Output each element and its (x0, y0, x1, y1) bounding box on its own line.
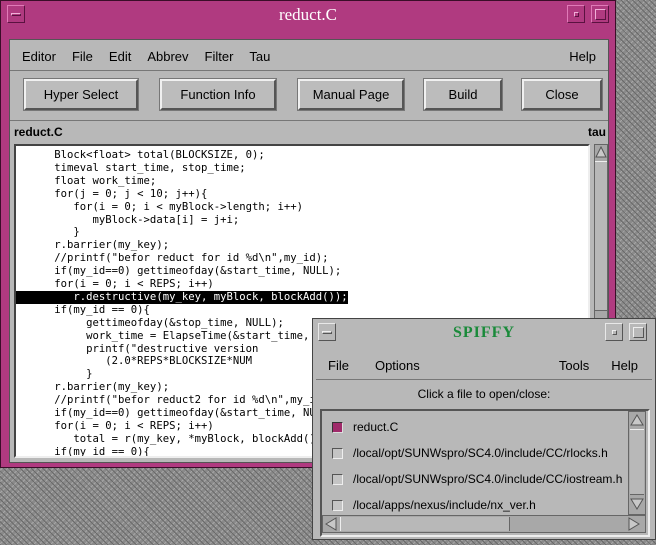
code-line[interactable]: if(my_id == 0){ (16, 304, 150, 317)
code-line[interactable]: total = r(my_key, *myBlock, blockAdd()); (16, 433, 328, 446)
spiffy-prompt: Click a file to open/close: (417, 387, 551, 401)
file-list-vscroll[interactable] (628, 411, 646, 515)
code-line[interactable]: (2.0*REPS*BLOCKSIZE*NUM (16, 355, 252, 368)
build-button[interactable]: Build (424, 79, 502, 110)
code-line[interactable]: } (16, 368, 92, 381)
file-list: reduct.C /local/opt/SUNWspro/SC4.0/inclu… (320, 409, 650, 537)
code-line[interactable]: for(i = 0; i < REPS; i++) (16, 278, 213, 291)
scroll-right-arrow-icon[interactable] (627, 517, 641, 535)
code-line[interactable]: printf("destructive version (16, 343, 258, 356)
file-name-label: reduct.C (14, 125, 63, 139)
scroll-up-arrow-icon[interactable] (595, 145, 607, 159)
spiffy-titlebar[interactable]: SPIFFY (313, 319, 655, 346)
minimize-button[interactable] (567, 5, 585, 23)
code-line[interactable]: if(my_id==0) gettimeofday(&start_time, N… (16, 407, 341, 420)
code-line[interactable]: } (16, 226, 79, 239)
hscroll-thumb[interactable] (340, 517, 510, 531)
editor-menubar: Editor File Edit Abbrev Filter Tau Help (14, 42, 604, 70)
hyper-select-button[interactable]: Hyper Select (24, 79, 138, 110)
spiffy-menu-help[interactable]: Help (603, 358, 646, 373)
menu-editor[interactable]: Editor (14, 49, 64, 64)
code-line[interactable]: for(i = 0; i < REPS; i++) (16, 420, 213, 433)
code-line[interactable]: for(j = 0; j < 10; j++){ (16, 188, 207, 201)
menu-file[interactable]: File (64, 49, 101, 64)
file-item[interactable]: reduct.C (332, 415, 398, 439)
file-checkbox[interactable] (332, 499, 343, 511)
editor-titlebar[interactable]: reduct.C (1, 1, 615, 28)
scroll-down-arrow-icon[interactable] (630, 497, 644, 516)
file-item[interactable]: /local/apps/nexus/include/nx_ver.h (332, 493, 536, 517)
spiffy-maximize-button[interactable] (629, 323, 647, 341)
spiffy-window-menu-button[interactable] (318, 323, 336, 341)
function-info-button[interactable]: Function Info (160, 79, 276, 110)
spiffy-client: File Options Tools Help Click a file to … (316, 349, 652, 537)
file-checkbox[interactable] (332, 473, 343, 485)
spiffy-menu-tools[interactable]: Tools (551, 358, 597, 373)
code-line[interactable]: //printf("befor reduct2 for id %d\n",my_… (16, 394, 335, 407)
code-line[interactable]: for(i = 0; i < myBlock->length; i++) (16, 201, 303, 214)
toolbar-divider (10, 120, 608, 121)
spiffy-window: SPIFFY File Options Tools Help Click a f… (312, 318, 656, 540)
file-name: /local/opt/SUNWspro/SC4.0/include/CC/ios… (353, 472, 623, 486)
code-line[interactable]: if(my_id==0) gettimeofday(&start_time, N… (16, 265, 341, 278)
code-line-selected[interactable]: r.destructive(my_key, myBlock, blockAdd(… (16, 290, 348, 304)
file-item[interactable]: /local/opt/SUNWspro/SC4.0/include/CC/rlo… (332, 441, 608, 465)
menu-filter[interactable]: Filter (197, 49, 242, 64)
file-name: /local/opt/SUNWspro/SC4.0/include/CC/rlo… (353, 446, 608, 460)
spiffy-menu-file[interactable]: File (320, 358, 357, 373)
file-checkbox[interactable] (332, 447, 343, 459)
file-name: reduct.C (353, 420, 399, 434)
file-list-hscroll[interactable] (322, 515, 646, 533)
spiffy-title: SPIFFY (453, 323, 515, 341)
menu-edit[interactable]: Edit (101, 49, 139, 64)
menu-help[interactable]: Help (561, 49, 604, 64)
scroll-thumb[interactable] (630, 429, 644, 495)
code-line[interactable]: gettimeofday(&stop_time, NULL); (16, 317, 284, 330)
tau-label: tau (588, 125, 606, 139)
spiffy-menubar: File Options Tools Help (320, 353, 646, 377)
code-line[interactable]: if(my_id == 0){ (16, 446, 150, 456)
window-menu-button[interactable] (7, 5, 25, 23)
editor-title: reduct.C (278, 4, 338, 24)
menu-tau[interactable]: Tau (241, 49, 278, 64)
code-line[interactable]: Block<float> total(BLOCKSIZE, 0); (16, 149, 264, 162)
spiffy-minimize-button[interactable] (605, 323, 623, 341)
code-line[interactable]: r.barrier(my_key); (16, 239, 169, 252)
scroll-thumb[interactable] (595, 161, 607, 311)
code-line[interactable]: //printf("befor reduct for id %d\n",my_i… (16, 252, 328, 265)
manual-page-button[interactable]: Manual Page (298, 79, 404, 110)
close-button[interactable]: Close (522, 79, 602, 110)
scroll-left-arrow-icon[interactable] (324, 517, 338, 535)
code-line[interactable]: r.barrier(my_key); (16, 381, 169, 394)
code-line[interactable]: timeval start_time, stop_time; (16, 162, 245, 175)
code-line[interactable]: float work_time; (16, 175, 156, 188)
menubar-divider (10, 70, 608, 71)
spiffy-menu-options[interactable]: Options (367, 358, 428, 373)
file-checkbox[interactable] (332, 421, 343, 433)
file-name: /local/apps/nexus/include/nx_ver.h (353, 498, 536, 512)
menu-abbrev[interactable]: Abbrev (139, 49, 196, 64)
maximize-button[interactable] (591, 5, 609, 23)
file-item[interactable]: /local/opt/SUNWspro/SC4.0/include/CC/ios… (332, 467, 622, 491)
code-line[interactable]: myBlock->data[i] = j+i; (16, 214, 240, 227)
spiffy-menubar-divider (316, 379, 652, 380)
